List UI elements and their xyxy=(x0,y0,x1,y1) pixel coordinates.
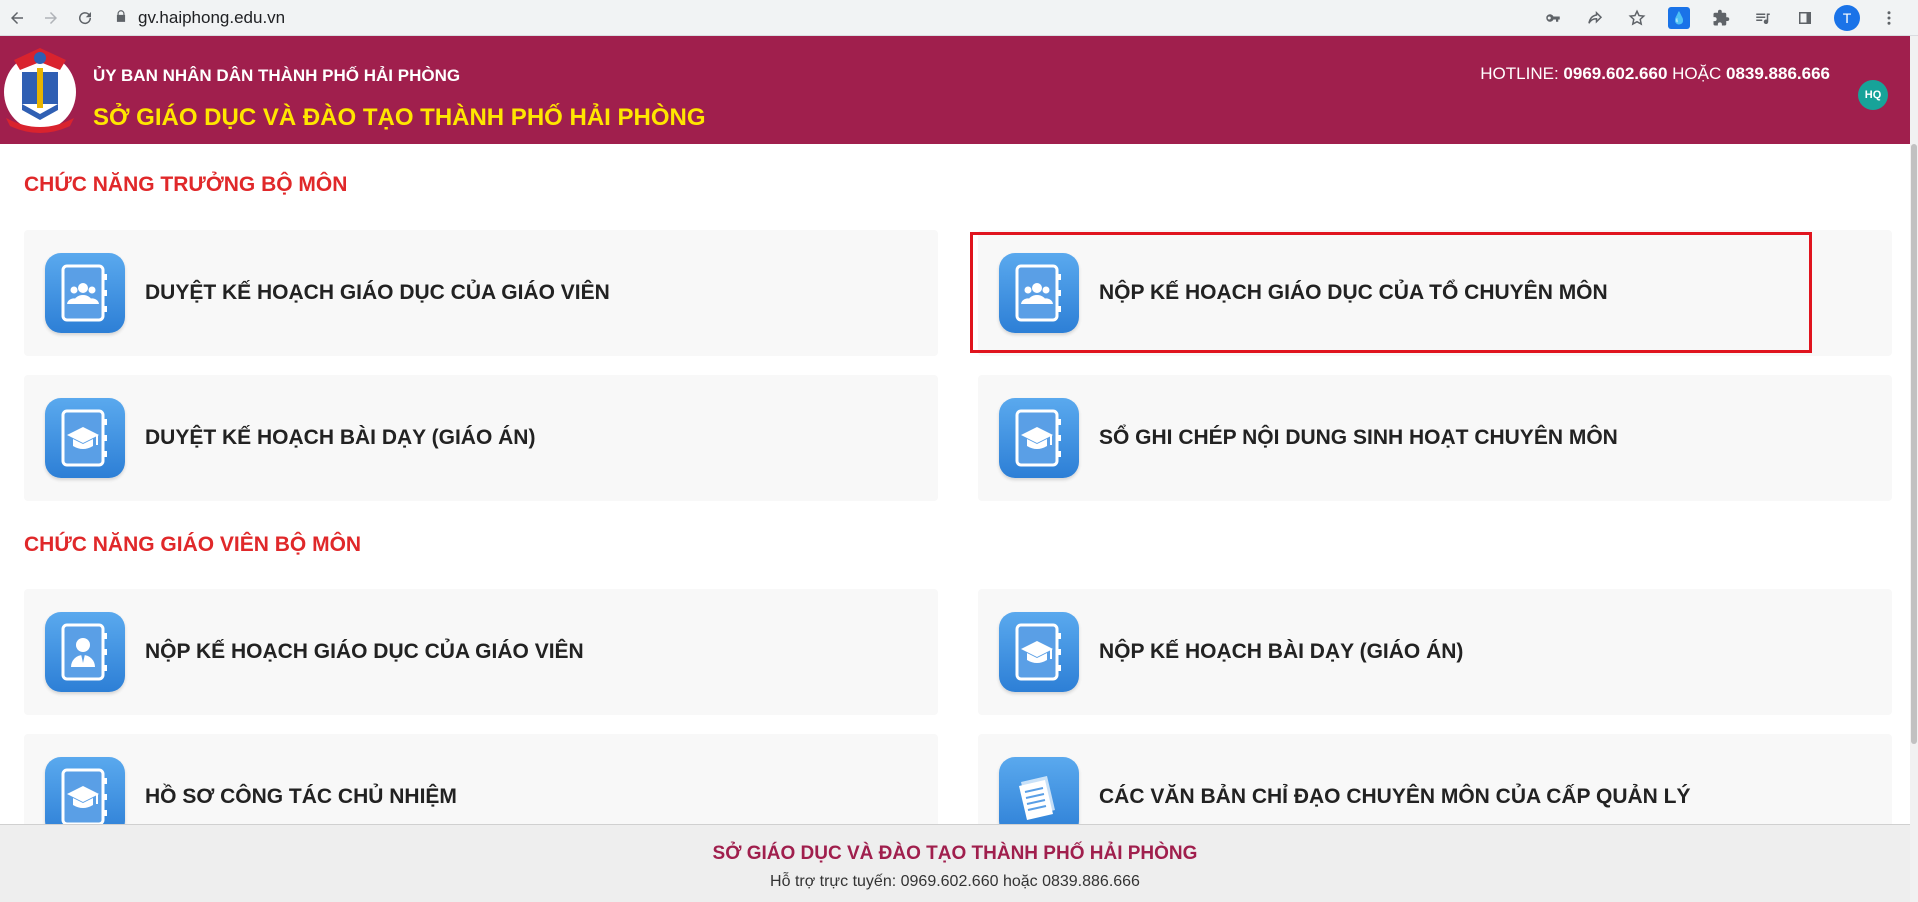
footer-title: SỞ GIÁO DỤC VÀ ĐÀO TẠO THÀNH PHỐ HẢI PHÒ… xyxy=(712,843,1198,864)
site-footer: SỞ GIÁO DỤC VÀ ĐÀO TẠO THÀNH PHỐ HẢI PHÒ… xyxy=(0,824,1910,902)
card-submit-teacher-plan[interactable]: NỘP KẾ HOẠCH GIÁO DỤC CỦA GIÁO VIÊN xyxy=(24,589,938,715)
card-label: NỘP KẾ HOẠCH BÀI DẠY (GIÁO ÁN) xyxy=(1099,640,1464,663)
graduation-cap-book-icon xyxy=(999,398,1079,478)
hotline: HOTLINE: 0969.602.660 HOẶC 0839.886.666 xyxy=(1480,64,1830,84)
card-label: DUYỆT KẾ HOẠCH BÀI DẠY (GIÁO ÁN) xyxy=(145,426,536,449)
browser-toolbar: gv.haiphong.edu.vn 💧 T xyxy=(0,0,1918,36)
side-panel-icon[interactable] xyxy=(1784,0,1826,36)
url-text: gv.haiphong.edu.vn xyxy=(138,7,286,27)
card-label: CÁC VĂN BẢN CHỈ ĐẠO CHUYÊN MÔN CỦA CẤP Q… xyxy=(1099,785,1691,808)
forward-icon[interactable] xyxy=(34,1,68,35)
scrollbar-thumb[interactable] xyxy=(1911,144,1917,744)
profile-avatar[interactable]: T xyxy=(1826,0,1868,36)
card-approve-lesson-plan[interactable]: DUYỆT KẾ HOẠCH BÀI DẠY (GIÁO ÁN) xyxy=(24,375,938,501)
card-label: SỔ GHI CHÉP NỘI DUNG SINH HOẠT CHUYÊN MÔ… xyxy=(1099,426,1618,449)
person-book-icon xyxy=(45,612,125,692)
site-header: ỦY BAN NHÂN DÂN THÀNH PHỐ HẢI PHÒNG SỞ G… xyxy=(0,36,1910,144)
graduation-cap-book-icon xyxy=(999,612,1079,692)
address-bar[interactable]: gv.haiphong.edu.vn xyxy=(106,4,285,32)
extension-drop-icon[interactable]: 💧 xyxy=(1658,0,1700,36)
card-label: DUYỆT KẾ HOẠCH GIÁO DỤC CỦA GIÁO VIÊN xyxy=(145,281,610,304)
user-avatar[interactable]: HQ xyxy=(1858,80,1888,110)
school-logo[interactable] xyxy=(0,40,80,136)
card-meeting-notes[interactable]: SỔ GHI CHÉP NỘI DUNG SINH HOẠT CHUYÊN MÔ… xyxy=(978,375,1892,501)
share-icon[interactable] xyxy=(1574,0,1616,36)
dept-name: SỞ GIÁO DỤC VÀ ĐÀO TẠO THÀNH PHỐ HẢI PHÒ… xyxy=(93,104,706,131)
media-icon[interactable] xyxy=(1742,0,1784,36)
puzzle-icon[interactable] xyxy=(1700,0,1742,36)
graduation-cap-book-icon xyxy=(45,398,125,478)
highlight-box xyxy=(970,232,1812,353)
card-label: HỒ SƠ CÔNG TÁC CHỦ NHIỆM xyxy=(145,785,457,808)
hotline-number-1: 0969.602.660 xyxy=(1563,64,1668,83)
section-title-teacher: CHỨC NĂNG GIÁO VIÊN BỘ MÔN xyxy=(24,533,362,556)
lock-icon xyxy=(114,8,128,28)
star-icon[interactable] xyxy=(1616,0,1658,36)
hotline-label: HOTLINE: xyxy=(1480,64,1559,83)
menu-dots-icon[interactable] xyxy=(1868,0,1910,36)
card-submit-lesson-plan[interactable]: NỘP KẾ HOẠCH BÀI DẠY (GIÁO ÁN) xyxy=(978,589,1892,715)
hotline-number-2: 0839.886.666 xyxy=(1726,64,1830,83)
section-title-head: CHỨC NĂNG TRƯỞNG BỘ MÔN xyxy=(24,173,348,196)
group-book-icon xyxy=(45,253,125,333)
reload-icon[interactable] xyxy=(68,1,102,35)
key-icon[interactable] xyxy=(1532,0,1574,36)
back-icon[interactable] xyxy=(0,1,34,35)
footer-support: Hỗ trợ trực tuyến: 0969.602.660 hoặc 083… xyxy=(770,873,1140,890)
card-approve-teacher-plan[interactable]: DUYỆT KẾ HOẠCH GIÁO DỤC CỦA GIÁO VIÊN xyxy=(24,230,938,356)
hotline-or: HOẶC xyxy=(1672,64,1722,83)
card-label: NỘP KẾ HOẠCH GIÁO DỤC CỦA GIÁO VIÊN xyxy=(145,640,584,663)
org-name: ỦY BAN NHÂN DÂN THÀNH PHỐ HẢI PHÒNG xyxy=(93,66,461,85)
